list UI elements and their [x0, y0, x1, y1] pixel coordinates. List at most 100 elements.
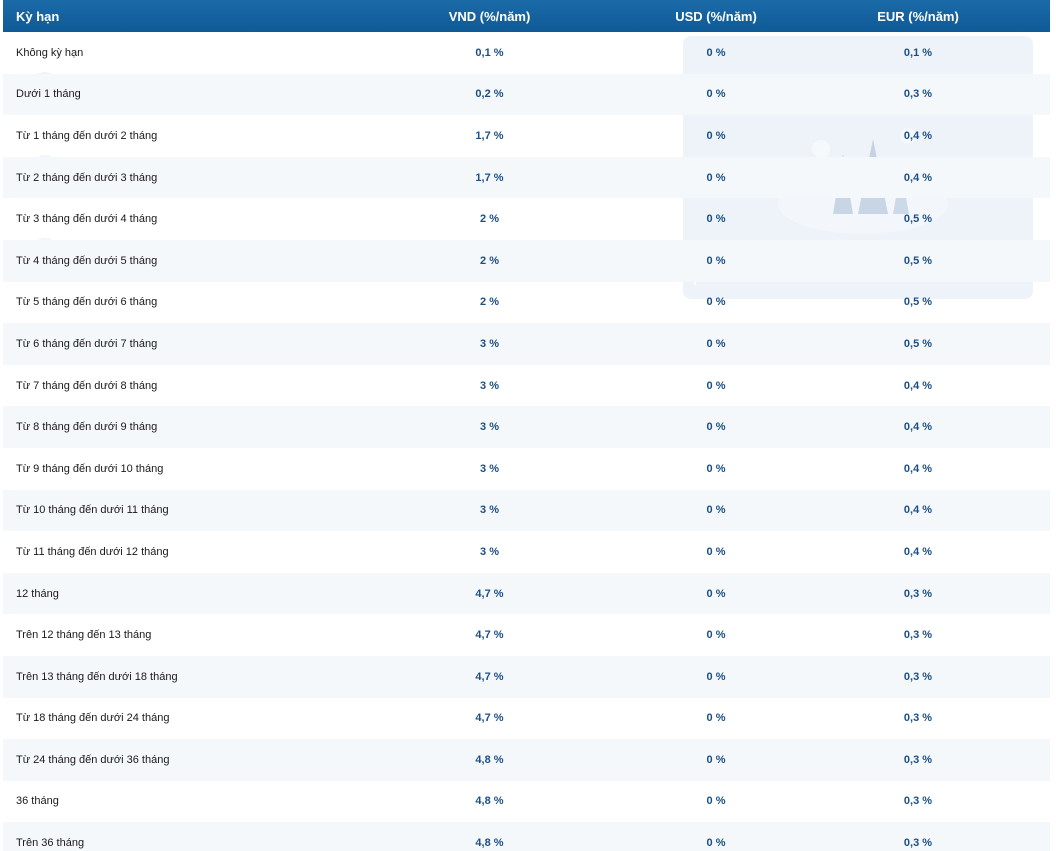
table-row: Từ 10 tháng đến dưới 11 tháng 3 % 0 % 0,4 %	[3, 489, 1050, 532]
eur-rate-cell: 0,3 %	[903, 629, 933, 642]
eur-rate-cell: 0,5 %	[903, 213, 933, 226]
table-row: Từ 24 tháng đến dưới 36 tháng 4,8 % 0 % 0,3…	[3, 739, 1050, 781]
table-row: Từ 7 tháng đến dưới 8 tháng 3 % 0 % 0,4 %	[3, 365, 1050, 407]
table-row: Trên 36 tháng 4,8 % 0 % 0,3 %	[3, 822, 1050, 851]
usd-rate-cell: 0 %	[706, 629, 726, 642]
table-row: Từ 8 tháng đến dưới 9 tháng 3 % 0 % 0,4 %	[3, 406, 1050, 448]
usd-rate-cell: 0 %	[706, 379, 726, 392]
usd-rate-cell: 0 %	[706, 712, 726, 725]
usd-rate-cell: 0 %	[706, 46, 726, 59]
table-row: Trên 13 tháng đến dưới 18 tháng 4,7 % 0 % 0…	[3, 655, 1050, 698]
vnd-rate-cell: 2 %	[333, 239, 646, 282]
table-row: Từ 1 tháng đến dưới 2 tháng 1,7 % 0 % 0,4 %	[3, 115, 1050, 157]
header-eur: EUR (%/năm)	[786, 0, 1050, 32]
vnd-rate-cell: 4,7 %	[475, 712, 504, 725]
table-header: Kỳ hạn VND (%/năm) USD (%/năm) EUR (%/nă…	[3, 0, 1050, 32]
table-row: Từ 2 tháng đến dưới 3 tháng 1,7 % 0 % 0,4 %	[3, 156, 1050, 199]
vnd-rate-cell: 4,7 %	[333, 655, 646, 698]
eur-rate-cell: 0,3 %	[786, 739, 1050, 781]
table-row: 36 tháng 4,8 % 0 % 0,3 %	[3, 781, 1050, 823]
term-cell: Trên 13 tháng đến dưới 18 tháng	[3, 655, 333, 698]
usd-rate-cell: 0 %	[706, 795, 726, 808]
vnd-rate-cell: 2 %	[480, 213, 499, 226]
term-cell: Không kỳ hạn	[16, 46, 84, 59]
vnd-rate-cell: 4,8 %	[333, 739, 646, 781]
vnd-rate-cell: 4,7 %	[333, 572, 646, 615]
usd-rate-cell: 0 %	[646, 406, 786, 448]
term-cell: Từ 5 tháng đến dưới 6 tháng	[16, 296, 158, 309]
eur-rate-cell: 0,4 %	[786, 406, 1050, 448]
usd-rate-cell: 0 %	[646, 156, 786, 199]
table-row: Trên 12 tháng đến 13 tháng 4,7 % 0 % 0,3 %	[3, 614, 1050, 656]
interest-rate-table-container: Kỳ hạn VND (%/năm) USD (%/năm) EUR (%/nă…	[3, 0, 1050, 851]
vnd-rate-cell: 3 %	[333, 406, 646, 448]
table-row: Từ 18 tháng đến dưới 24 tháng 4,7 % 0 % 0,3…	[3, 698, 1050, 740]
usd-rate-cell: 0 %	[646, 822, 786, 851]
eur-rate-cell: 0,5 %	[903, 296, 933, 309]
eur-rate-cell: 0,4 %	[786, 156, 1050, 199]
vnd-rate-cell: 3 %	[333, 489, 646, 532]
usd-rate-cell: 0 %	[706, 545, 726, 558]
term-cell: Trên 36 tháng	[3, 822, 333, 851]
interest-rate-table: Kỳ hạn VND (%/năm) USD (%/năm) EUR (%/nă…	[3, 0, 1050, 851]
eur-rate-cell: 0,3 %	[786, 655, 1050, 698]
usd-rate-cell: 0 %	[706, 129, 726, 142]
vnd-rate-cell: 1,7 %	[333, 156, 646, 199]
usd-rate-cell: 0 %	[646, 739, 786, 781]
eur-rate-cell: 0,4 %	[786, 489, 1050, 532]
table-row: Từ 11 tháng đến dưới 12 tháng 3 % 0 % 0,4 %	[3, 531, 1050, 573]
usd-rate-cell: 0 %	[706, 213, 726, 226]
table-row: Từ 4 tháng đến dưới 5 tháng 2 % 0 % 0,5 %	[3, 239, 1050, 282]
vnd-rate-cell: 4,8 %	[333, 822, 646, 851]
eur-rate-cell: 0,4 %	[903, 129, 933, 142]
term-cell: Từ 8 tháng đến dưới 9 tháng	[3, 406, 333, 448]
table-row: Từ 5 tháng đến dưới 6 tháng 2 % 0 % 0,5 %	[3, 282, 1050, 324]
vnd-rate-cell: 0,1 %	[475, 46, 504, 59]
vnd-rate-cell: 4,8 %	[475, 795, 504, 808]
usd-rate-cell: 0 %	[646, 239, 786, 282]
table-row: Từ 6 tháng đến dưới 7 tháng 3 % 0 % 0,5 %	[3, 323, 1050, 365]
term-cell: Trên 12 tháng đến 13 tháng	[16, 629, 152, 642]
eur-rate-cell: 0,4 %	[903, 462, 933, 475]
vnd-rate-cell: 0,2 %	[333, 73, 646, 116]
usd-rate-cell: 0 %	[646, 655, 786, 698]
eur-rate-cell: 0,4 %	[903, 379, 933, 392]
table-row: Từ 9 tháng đến dưới 10 tháng 3 % 0 % 0,4 %	[3, 448, 1050, 490]
vnd-rate-cell: 2 %	[480, 296, 499, 309]
term-cell: 36 tháng	[16, 795, 59, 808]
term-cell: Từ 18 tháng đến dưới 24 tháng	[16, 712, 170, 725]
eur-rate-cell: 0,3 %	[903, 712, 933, 725]
usd-rate-cell: 0 %	[646, 572, 786, 615]
term-cell: Từ 11 tháng đến dưới 12 tháng	[16, 545, 169, 558]
term-cell: Từ 4 tháng đến dưới 5 tháng	[3, 239, 333, 282]
header-term: Kỳ hạn	[3, 0, 333, 32]
usd-rate-cell: 0 %	[646, 73, 786, 116]
eur-rate-cell: 0,5 %	[786, 323, 1050, 365]
table-row: 12 tháng 4,7 % 0 % 0,3 %	[3, 572, 1050, 615]
usd-rate-cell: 0 %	[646, 489, 786, 532]
term-cell: Từ 7 tháng đến dưới 8 tháng	[16, 379, 158, 392]
vnd-rate-cell: 3 %	[480, 379, 499, 392]
table-row: Không kỳ hạn 0,1 % 0 % 0,1 %	[3, 32, 1050, 74]
eur-rate-cell: 0,1 %	[903, 46, 933, 59]
eur-rate-cell: 0,3 %	[786, 73, 1050, 116]
term-cell: Từ 24 tháng đến dưới 36 tháng	[3, 739, 333, 781]
eur-rate-cell: 0,3 %	[786, 572, 1050, 615]
header-vnd: VND (%/năm)	[333, 0, 646, 32]
table-row: Từ 3 tháng đến dưới 4 tháng 2 % 0 % 0,5 %	[3, 198, 1050, 240]
term-cell: Từ 2 tháng đến dưới 3 tháng	[3, 156, 333, 199]
vnd-rate-cell: 4,7 %	[475, 629, 504, 642]
term-cell: Từ 1 tháng đến dưới 2 tháng	[16, 129, 158, 142]
vnd-rate-cell: 3 %	[480, 462, 499, 475]
term-cell: Từ 3 tháng đến dưới 4 tháng	[16, 213, 158, 226]
usd-rate-cell: 0 %	[706, 462, 726, 475]
term-cell: Dưới 1 tháng	[3, 73, 333, 116]
header-usd: USD (%/năm)	[646, 0, 786, 32]
eur-rate-cell: 0,3 %	[786, 822, 1050, 851]
table-body: Không kỳ hạn 0,1 % 0 % 0,1 % Dưới 1 tháng 0,2…	[3, 32, 1050, 851]
term-cell: 12 tháng	[3, 572, 333, 615]
usd-rate-cell: 0 %	[706, 296, 726, 309]
eur-rate-cell: 0,5 %	[786, 239, 1050, 282]
eur-rate-cell: 0,4 %	[903, 545, 933, 558]
table-row: Dưới 1 tháng 0,2 % 0 % 0,3 %	[3, 73, 1050, 116]
